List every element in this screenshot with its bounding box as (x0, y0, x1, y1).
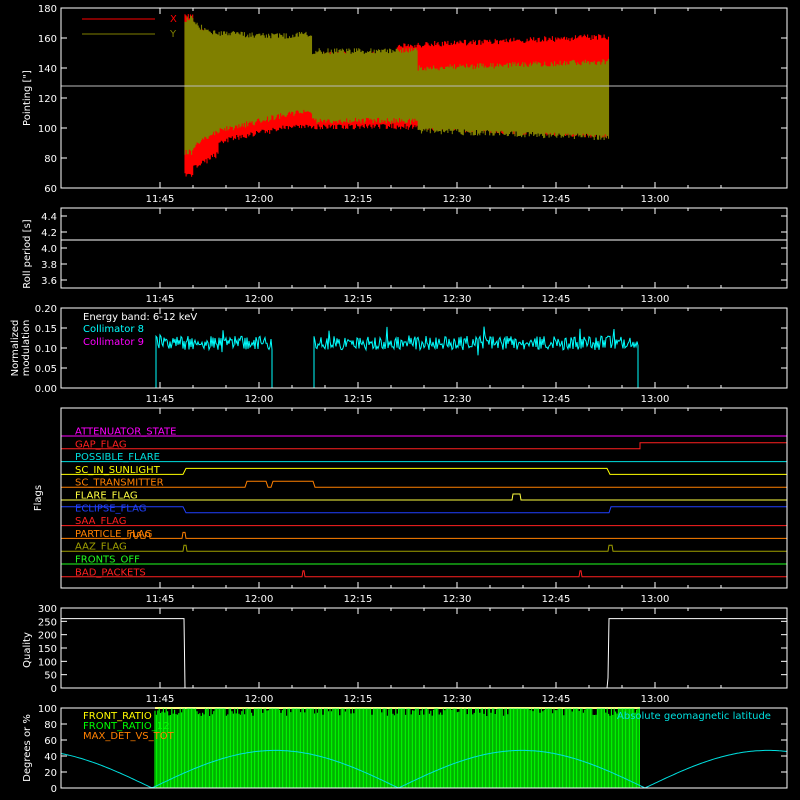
flag-label: PARTICLE_FLAG (75, 529, 152, 540)
front-y-label: Degrees or % (22, 714, 33, 782)
x-tick-label: 11:45 (146, 594, 175, 605)
modulation-y-label-line2: modulation (21, 320, 32, 377)
y-tick-label: 0.00 (35, 384, 57, 395)
x-tick-label: 12:30 (443, 394, 472, 405)
collimator-9-label: Collimator 9 (83, 337, 144, 348)
x-tick-label: 12:45 (542, 694, 571, 705)
x-tick-label: 12:45 (542, 594, 571, 605)
y-tick-label: 100 (38, 124, 57, 135)
y-tick-label: 40 (44, 752, 57, 763)
y-tick-label: 50 (44, 671, 57, 682)
x-tick-label: 12:15 (344, 694, 373, 705)
x-tick-label: 11:45 (146, 394, 175, 405)
pointing-y-label: Pointing ["] (22, 70, 33, 126)
latitude-label: Absolute geomagnetic latitude (617, 711, 771, 722)
y-tick-label: 100 (38, 704, 57, 715)
y-tick-label: 0.05 (35, 364, 57, 375)
chart-canvas: 60 80 100 120 140 160 180 11:45 12:00 12:15 12:30… (0, 0, 800, 800)
y-tick-label: 200 (38, 631, 57, 642)
y-tick-label: 0.15 (35, 324, 57, 335)
quality-y-label: Quality (22, 632, 33, 668)
x-tick-label: 13:00 (641, 394, 670, 405)
y-tick-label: 300 (38, 604, 57, 615)
y-tick-label: 60 (44, 184, 57, 195)
x-tick-label: 13:00 (641, 294, 670, 305)
x-tick-label: 12:45 (542, 294, 571, 305)
collimator-8-label: Collimator 8 (83, 324, 144, 335)
x-tick-label: 12:30 (443, 594, 472, 605)
y-tick-label: 60 (44, 736, 57, 747)
flag-label: ECLIPSE_FLAG (75, 503, 146, 514)
y-tick-label: 100 (38, 657, 57, 668)
y-tick-label: 3.8 (41, 260, 57, 271)
flag-label: SC_TRANSMITTER (75, 478, 164, 489)
x-tick-label: 12:30 (443, 694, 472, 705)
modulation-y-label-line1: Normalized (10, 320, 21, 377)
y-tick-label: 0 (51, 684, 57, 695)
y-tick-label: 3.6 (41, 276, 57, 287)
y-tick-label: 20 (44, 768, 57, 779)
legend-y-label: Y (169, 29, 177, 40)
flag-label: FLARE_FLAG (75, 491, 138, 502)
legend-x-label: X (170, 14, 177, 25)
x-tick-label: 11:45 (146, 194, 175, 205)
x-tick-label: 11:45 (146, 294, 175, 305)
x-tick-label: 12:45 (542, 194, 571, 205)
y-tick-label: 4.0 (41, 244, 57, 255)
y-tick-label: 150 (38, 644, 57, 655)
y-tick-label: 4.4 (41, 212, 57, 223)
y-tick-label: 80 (44, 154, 57, 165)
flag-label: SC_IN_SUNLIGHT (75, 465, 161, 476)
flag-label: SAA_FLAG (75, 516, 126, 527)
x-tick-label: 12:30 (443, 194, 472, 205)
x-tick-label: 13:00 (641, 594, 670, 605)
max-det-vs-tot-label: MAX_DET_VS_TOT (83, 731, 175, 742)
x-tick-label: 12:30 (443, 294, 472, 305)
x-tick-label: 12:15 (344, 394, 373, 405)
x-tick-label: 12:00 (245, 394, 274, 405)
flags-y-label: Flags (33, 485, 44, 511)
x-tick-label: 13:00 (641, 194, 670, 205)
flag-label: AAZ_FLAG (75, 542, 127, 553)
front-ratio-12-series (154, 708, 640, 788)
y-tick-label: 120 (38, 94, 57, 105)
y-tick-label: 4.2 (41, 228, 57, 239)
y-tick-label: 250 (38, 617, 57, 628)
x-tick-label: 12:00 (245, 594, 274, 605)
x-tick-label: 12:15 (344, 594, 373, 605)
flag-label: GAP_FLAG (75, 439, 127, 450)
y-tick-label: 80 (44, 720, 57, 731)
roll-y-label: Roll period [s] (22, 219, 33, 288)
x-tick-label: 12:00 (245, 694, 274, 705)
flag-label: POSSIBLE_FLARE (75, 452, 160, 463)
x-tick-label: 11:45 (146, 694, 175, 705)
flag-label: FRONTS_OFF (75, 555, 140, 566)
flag-label: ATTENUATOR_STATE (75, 427, 176, 438)
x-tick-label: 12:15 (344, 194, 373, 205)
y-tick-label: 0.20 (35, 304, 57, 315)
x-tick-label: 13:00 (641, 694, 670, 705)
x-tick-label: 12:45 (542, 394, 571, 405)
y-tick-label: 0.10 (35, 344, 57, 355)
energy-band-label: Energy band: 6-12 keV (83, 312, 197, 323)
y-tick-label: 180 (38, 4, 57, 15)
y-tick-label: 140 (38, 64, 57, 75)
flag-label: BAD_PACKETS (75, 567, 146, 578)
x-tick-label: 12:00 (245, 194, 274, 205)
x-tick-label: 12:00 (245, 294, 274, 305)
y-tick-label: 0 (51, 784, 57, 795)
y-tick-label: 160 (38, 34, 57, 45)
x-tick-label: 12:15 (344, 294, 373, 305)
